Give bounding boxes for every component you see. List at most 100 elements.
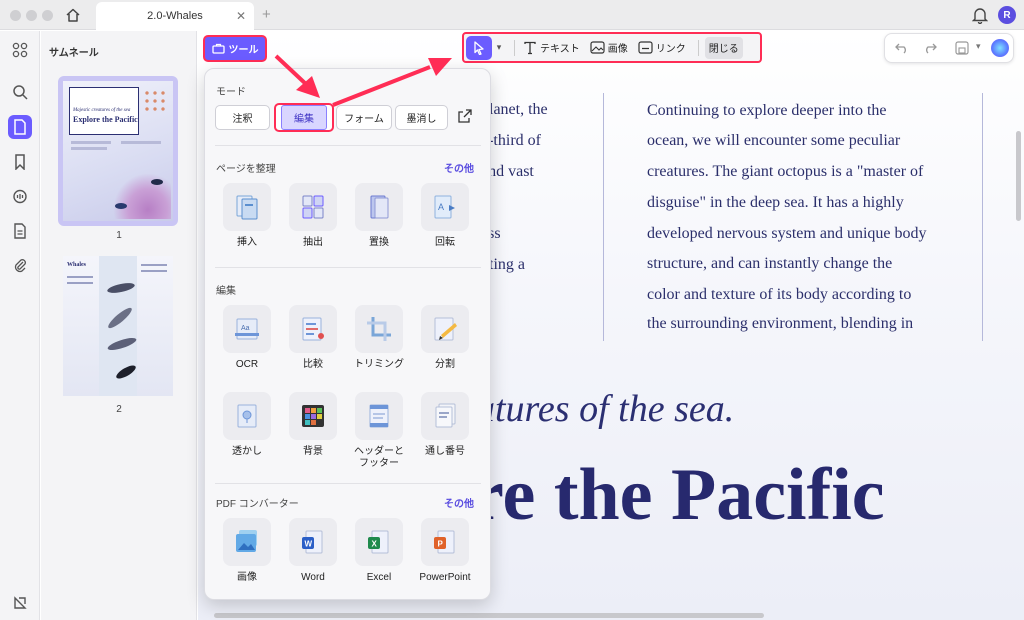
bates-number-icon [421,392,469,440]
word-letter: W [305,540,313,549]
tool-background[interactable]: 背景 [283,392,343,458]
home-button[interactable] [62,4,84,26]
add-link-label: リンク [655,44,686,55]
mode-annotate-button[interactable]: 注釈 [215,105,270,130]
image-convert-icon [223,518,271,566]
notification-button[interactable] [971,6,989,27]
close-window-button[interactable] [10,10,21,21]
powerpoint-icon: P [421,518,469,566]
doc-right-line: the surrounding environment, blending in [647,315,914,332]
rail-bookmark-button[interactable] [8,150,32,174]
minimize-window-button[interactable] [26,10,37,21]
converter-more-link[interactable]: その他 [444,495,474,510]
background-icon [289,392,337,440]
rail-attachment-button[interactable] [8,253,32,277]
chevron-down-icon[interactable]: ▾ [976,41,981,52]
ocr-icon: Aa [223,305,271,353]
excel-letter: X [372,540,378,549]
rail-form-button[interactable] [8,219,32,243]
tool-extract[interactable]: 抽出 [283,183,343,249]
extract-page-icon [289,183,337,231]
doc-right-line: color and texture of its body according … [647,286,912,303]
horizontal-scrollbar[interactable] [214,613,764,618]
tools-button-label: ツール [228,45,259,56]
add-link-button[interactable]: リンク [638,40,686,55]
document-tab[interactable]: 2.0-Whales ✕ [96,2,254,30]
doc-right-line: developed nervous system and unique body [647,225,927,242]
tool-header-footer-label: ヘッダーと フッター [349,446,409,470]
select-tool-button[interactable] [466,35,492,60]
tool-crop[interactable]: トリミング [349,305,409,371]
tool-ocr[interactable]: Aa OCR [217,305,277,371]
zoom-window-button[interactable] [42,10,53,21]
thumbnail-title: Explore the Pacific [73,115,138,124]
thumbnail-page-2[interactable]: Whales [58,251,178,401]
organize-more-link[interactable]: その他 [444,160,474,175]
mode-form-button[interactable]: フォーム [336,105,392,130]
convert-powerpoint[interactable]: P PowerPoint [415,518,475,584]
tool-crop-label: トリミング [354,359,404,370]
thumbnail-subtitle: Majestic creatures of the sea [73,108,131,113]
tool-watermark[interactable]: 透かし [217,392,277,458]
word-icon: W [289,518,337,566]
thumbnail-image-2: Whales [63,256,173,396]
redo-icon[interactable] [923,42,937,54]
section-divider [215,145,481,146]
thumbnail-text-line [141,264,167,266]
tab-close-icon[interactable]: ✕ [236,9,246,23]
rail-comment-button[interactable] [8,185,32,209]
convert-excel[interactable]: X Excel [349,518,409,584]
tool-header-footer-label-2: フッター [359,458,399,469]
rail-thumbnails-button[interactable] [8,115,32,139]
column-rule-right [982,93,983,341]
close-edit-button[interactable]: 閉じる [704,36,743,59]
ai-assistant-button[interactable] [991,39,1009,57]
open-external-button[interactable] [457,108,473,127]
vertical-scrollbar[interactable] [1016,131,1021,221]
tool-split[interactable]: 分割 [415,305,475,371]
tool-compare[interactable]: 比較 [283,305,343,371]
mode-edit-label: 編集 [281,105,327,130]
undo-redo-group: ▾ [884,33,1014,63]
avatar[interactable]: R [998,6,1016,24]
tool-insert[interactable]: 挿入 [217,183,277,249]
image-icon [590,41,605,54]
compare-icon [289,305,337,353]
mode-redact-button[interactable]: 墨消し [395,105,448,130]
new-tab-button[interactable]: + [262,6,271,23]
thumbnail-text-line [71,147,107,150]
rail-search-button[interactable] [8,80,32,104]
organize-section-title: ページを整理 [216,164,276,175]
thumbnail-text-line [141,270,167,272]
page-icon [14,119,26,135]
thumbnail-image-1: Majestic creatures of the sea Explore th… [63,81,173,221]
thumbnail-text-line [67,276,93,278]
convert-word[interactable]: W Word [283,518,343,584]
tool-replace[interactable]: 置換 [349,183,409,249]
mode-edit-button[interactable]: 編集 [274,103,334,132]
convert-image[interactable]: 画像 [217,518,277,584]
thumbnail-page-1[interactable]: Majestic creatures of the sea Explore th… [58,76,178,226]
save-icon[interactable] [955,41,969,55]
tools-button[interactable]: ツール [203,35,267,62]
doc-right-line: disguise" in the deep sea. It has a high… [647,194,904,211]
home-icon [66,8,80,22]
add-text-button[interactable]: テキスト [523,40,580,55]
form-icon [14,223,26,239]
add-image-button[interactable]: 画像 [590,40,628,55]
undo-icon[interactable] [895,42,909,54]
tool-bates-number[interactable]: 通し番号 [415,392,475,458]
tool-ocr-label: OCR [235,359,259,370]
split-icon [421,305,469,353]
rail-settings-button[interactable] [8,591,32,615]
section-divider [215,267,481,268]
thumbnail-2-title: Whales [67,262,87,268]
thumbnail-text-line [121,141,161,144]
doc-right-line: ocean, we will encounter some peculiar [647,132,901,149]
chevron-down-icon[interactable]: ▾ [492,42,506,53]
tool-header-footer[interactable]: ヘッダーと フッター [349,392,409,470]
thumbnail-title-box: Majestic creatures of the sea Explore th… [69,87,139,135]
rail-grid-button[interactable] [8,38,32,62]
tool-rotate[interactable]: A 回転 [415,183,475,249]
tab-title: 2.0-Whales [147,10,203,22]
